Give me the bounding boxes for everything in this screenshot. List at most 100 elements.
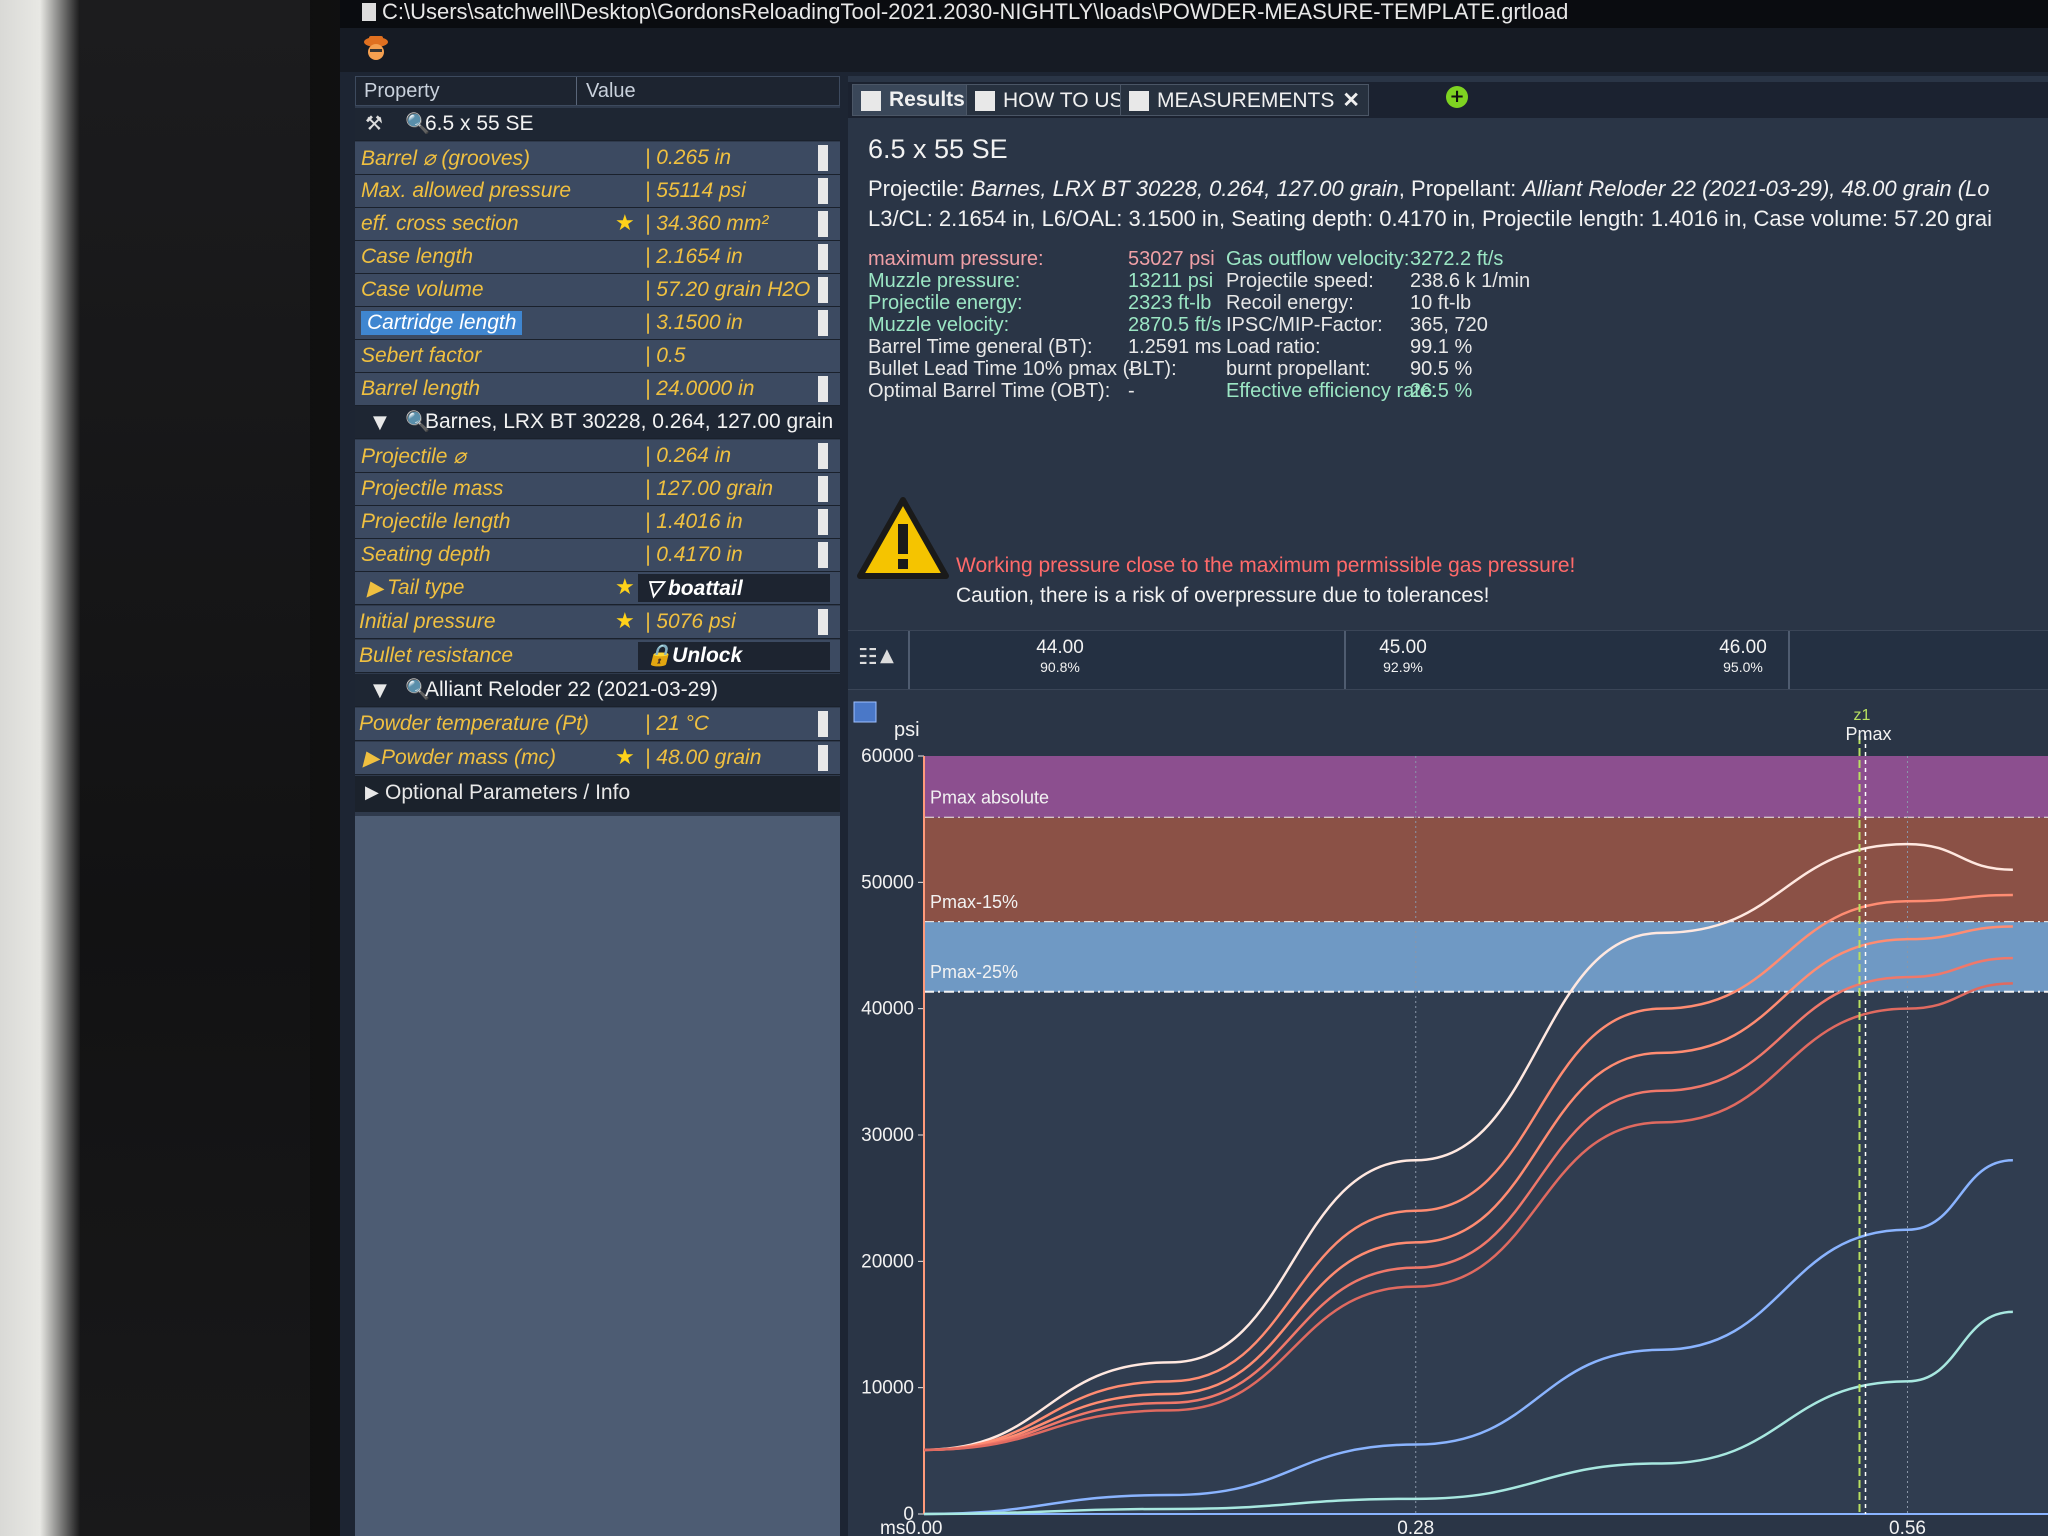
row-value[interactable]: | 0.264 in	[645, 444, 731, 468]
result-value: 2870.5 ft/s	[1128, 314, 1222, 336]
column-header-value[interactable]: Value	[586, 80, 636, 103]
y-tick-label: 60000	[861, 746, 914, 767]
pressure-chart-svg[interactable]: Pmax absolute Pmax-15% Pmax-25% 60000 50000 4…	[848, 694, 2048, 1536]
expand-triangle-icon[interactable]: ▶	[365, 782, 379, 803]
row-value[interactable]: | 48.00 grain	[645, 746, 761, 770]
row-label: Case volume	[361, 278, 484, 301]
row-label: Projectile length	[361, 510, 511, 533]
ladder-icon[interactable]: ☷	[858, 645, 878, 670]
group-cartridge[interactable]: ⚒ 🔍 6.5 x 55 SE	[355, 108, 840, 141]
result-label: Projectile speed:	[1226, 270, 1374, 292]
file-icon	[362, 3, 376, 21]
spin-control[interactable]	[818, 178, 828, 204]
y-tick-label: 20000	[861, 1251, 914, 1272]
spin-control[interactable]	[818, 609, 828, 635]
pmax-label: Pmax	[1846, 724, 1892, 744]
row-cartridge-property[interactable]: Sebert factor | 0.5	[355, 340, 840, 373]
row-bullet-resistance[interactable]: Bullet resistance 🔒Unlock	[355, 640, 840, 673]
pressure-band	[924, 922, 2048, 992]
row-powder-mass[interactable]: ▶ Powder mass (mc) ★ | 48.00 grain	[355, 742, 840, 775]
collapse-triangle-icon[interactable]: ▼	[373, 412, 387, 433]
row-cartridge-property[interactable]: Case volume | 57.20 grain H2O	[355, 274, 840, 307]
row-projectile-property[interactable]: Projectile mass | 127.00 grain	[355, 473, 840, 506]
tools-icon[interactable]: ⚒	[365, 111, 383, 135]
spin-control[interactable]	[818, 277, 828, 303]
row-value[interactable]: | 0.5	[645, 344, 685, 368]
row-cartridge-property[interactable]: Cartridge length | 3.1500 in	[355, 307, 840, 340]
star-icon: ★	[615, 609, 635, 634]
results-panel: 6.5 x 55 SE Projectile: Barnes, LRX BT 3…	[848, 122, 2048, 502]
spin-control[interactable]	[818, 711, 828, 737]
document-icon	[1129, 91, 1149, 111]
row-value[interactable]: | 57.20 grain H2O	[645, 278, 810, 302]
star-icon: ★	[615, 745, 635, 770]
row-powder-temperature[interactable]: Powder temperature (Pt) | 21 °C	[355, 708, 840, 741]
app-logo-icon[interactable]	[362, 32, 390, 64]
ruler-tick: 46.00 95.0%	[1719, 637, 1767, 675]
row-projectile-property[interactable]: Projectile length | 1.4016 in	[355, 506, 840, 539]
row-value[interactable]: | 55114 psi	[645, 179, 746, 203]
window-titlebar: C:\Users\satchwell\Desktop\GordonsReload…	[340, 0, 2048, 28]
group-projectile[interactable]: ▼ 🔍 Barnes, LRX BT 30228, 0.264, 127.00 …	[355, 406, 840, 439]
tail-type-dropdown[interactable]: ▽ boattail	[638, 574, 830, 602]
row-cartridge-property[interactable]: Max. allowed pressure | 55114 psi	[355, 175, 840, 208]
row-projectile-property[interactable]: Projectile ⌀ | 0.264 in	[355, 440, 840, 473]
row-cartridge-property[interactable]: Case length | 2.1654 in	[355, 241, 840, 274]
optional-parameters-row[interactable]: ▶ Optional Parameters / Info	[355, 776, 840, 812]
spin-control[interactable]	[818, 542, 828, 568]
tab-results[interactable]: Results	[852, 84, 974, 116]
row-value[interactable]: | 34.360 mm²	[645, 212, 768, 236]
close-icon[interactable]: ✕	[1342, 89, 1360, 112]
spin-control[interactable]	[818, 310, 828, 336]
marker-id-label: z1	[1854, 707, 1871, 724]
expand-triangle-icon[interactable]: ▶	[363, 746, 379, 771]
cartridge-name: 6.5 x 55 SE	[425, 112, 534, 135]
row-initial-pressure[interactable]: Initial pressure ★ | 5076 psi	[355, 606, 840, 639]
spin-control[interactable]	[818, 745, 828, 771]
row-cartridge-property[interactable]: eff. cross section ★ | 34.360 mm²	[355, 208, 840, 241]
collapse-triangle-icon[interactable]: ▼	[373, 680, 387, 701]
result-value: 3272.2 ft/s	[1410, 248, 1504, 270]
expand-triangle-icon[interactable]: ▶	[367, 576, 383, 601]
spin-control[interactable]	[818, 376, 828, 402]
row-label: eff. cross section	[361, 212, 519, 235]
tab-label: HOW TO USE	[1003, 89, 1138, 112]
button-label: Unlock	[672, 644, 743, 667]
row-value[interactable]: | 2.1654 in	[645, 245, 743, 269]
up-arrow-icon[interactable]: ▲	[880, 645, 894, 666]
band-label: Pmax-25%	[930, 962, 1018, 982]
row-value[interactable]: | 0.265 in	[645, 146, 731, 170]
row-label: Initial pressure	[359, 610, 496, 633]
tab-label: Results	[889, 88, 965, 111]
column-header-property[interactable]: Property	[364, 80, 440, 103]
result-label: Effective efficiency rate:	[1226, 380, 1437, 402]
result-label: Muzzle velocity:	[868, 314, 1010, 336]
unlock-button[interactable]: 🔒Unlock	[638, 642, 830, 670]
row-value[interactable]: | 5076 psi	[645, 610, 736, 634]
row-value[interactable]: | 3.1500 in	[645, 311, 743, 335]
row-value[interactable]: | 0.4170 in	[645, 543, 743, 567]
row-cartridge-property[interactable]: Barrel ⌀ (grooves) | 0.265 in	[355, 142, 840, 175]
x-tick-label: 0.28	[1397, 1518, 1434, 1536]
result-value: 1.2591 ms	[1128, 336, 1222, 358]
result-value: 365, 720	[1410, 314, 1488, 336]
spin-control[interactable]	[818, 211, 828, 237]
powder-mass-ruler[interactable]: ☷ ▲ 44.00 90.8% 45.00 92.9% 46.00 95.0%	[848, 630, 2048, 690]
row-label: Seating depth	[361, 543, 491, 566]
group-propellant[interactable]: ▼ 🔍 Alliant Reloder 22 (2021-03-29)	[355, 674, 840, 707]
spin-control[interactable]	[818, 145, 828, 171]
row-value[interactable]: | 24.0000 in	[645, 377, 754, 401]
tab-measurements[interactable]: MEASUREMENTS ✕	[1120, 84, 1369, 116]
row-projectile-property[interactable]: Seating depth | 0.4170 in	[355, 539, 840, 572]
row-cartridge-property[interactable]: Barrel length | 24.0000 in	[355, 373, 840, 406]
spin-control[interactable]	[818, 244, 828, 270]
spin-control[interactable]	[818, 443, 828, 469]
pressure-chart[interactable]: Pmax absolute Pmax-15% Pmax-25% 60000 50000 4…	[848, 694, 2048, 1536]
row-value[interactable]: | 21 °C	[645, 712, 709, 736]
spin-control[interactable]	[818, 476, 828, 502]
row-value[interactable]: | 127.00 grain	[645, 477, 773, 501]
row-value[interactable]: | 1.4016 in	[645, 510, 743, 534]
row-tail-type[interactable]: ▶ Tail type ★ ▽ boattail	[355, 572, 840, 605]
spin-control[interactable]	[818, 509, 828, 535]
add-tab-icon[interactable]: +	[1446, 86, 1468, 108]
